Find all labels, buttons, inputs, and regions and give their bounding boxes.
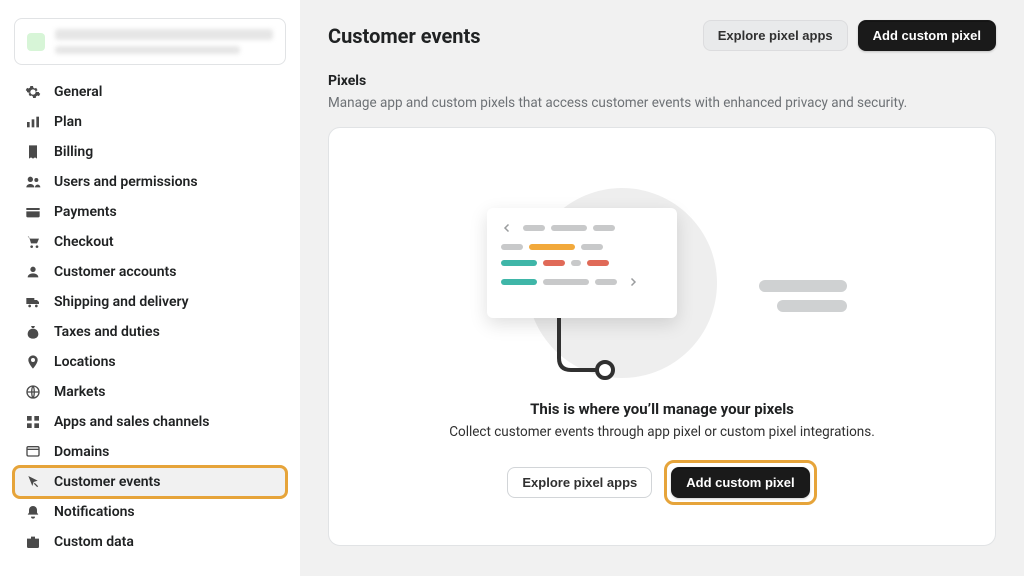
sidebar-item-label: Locations [54,354,116,370]
store-status-dot [27,33,45,51]
sidebar-item-label: Taxes and duties [54,324,160,340]
sidebar-item-users[interactable]: Users and permissions [14,167,286,197]
receipt-icon [24,143,42,161]
empty-state-title: This is where you’ll manage your pixels [530,400,794,418]
pin-icon [24,353,42,371]
grid-icon [24,413,42,431]
code-window-graphic [487,208,677,318]
pixels-card: This is where you’ll manage your pixels … [328,127,996,546]
cursor-icon [24,473,42,491]
sidebar-item-notifications[interactable]: Notifications [14,497,286,527]
sidebar-item-apps[interactable]: Apps and sales channels [14,407,286,437]
add-custom-pixel-button-empty[interactable]: Add custom pixel [671,467,809,498]
sidebar-item-label: Billing [54,144,93,160]
page-title: Customer events [328,24,481,48]
sidebar-item-label: Markets [54,384,106,400]
sidebar-item-custom-data[interactable]: Custom data [14,527,286,557]
sidebar-item-customer-events[interactable]: Customer events [14,467,286,497]
sidebar-item-label: General [54,84,102,100]
page-header: Customer events Explore pixel apps Add c… [328,20,996,51]
sidebar-item-taxes[interactable]: Taxes and duties [14,317,286,347]
sidebar-item-general[interactable]: General [14,77,286,107]
moneybag-icon [24,323,42,341]
sidebar-item-label: Domains [54,444,109,460]
sidebar-item-label: Apps and sales channels [54,414,210,430]
add-custom-pixel-highlight: Add custom pixel [664,460,816,505]
empty-state-illustration [447,188,877,388]
sidebar-item-customer-accounts[interactable]: Customer accounts [14,257,286,287]
chart-icon [24,113,42,131]
store-name-placeholder [55,29,273,54]
section-subtitle: Manage app and custom pixels that access… [328,95,996,111]
settings-nav: General Plan Billing Users and permissions P… [0,77,300,571]
sidebar-item-markets[interactable]: Markets [14,377,286,407]
section-title: Pixels [328,73,996,89]
sidebar-item-label: Notifications [54,504,135,520]
sidebar-item-label: Customer events [54,474,160,490]
sidebar-item-checkout[interactable]: Checkout [14,227,286,257]
store-switcher[interactable] [14,18,286,65]
person-icon [24,263,42,281]
add-custom-pixel-button[interactable]: Add custom pixel [858,20,996,51]
chevron-right-icon [627,276,639,288]
sidebar-item-label: Users and permissions [54,174,198,190]
settings-sidebar: General Plan Billing Users and permissions P… [0,0,300,576]
sidebar-item-label: Plan [54,114,82,130]
sidebar-item-plan[interactable]: Plan [14,107,286,137]
chevron-left-icon [501,222,513,234]
sidebar-item-payments[interactable]: Payments [14,197,286,227]
empty-state-subtitle: Collect customer events through app pixe… [449,424,875,440]
sidebar-item-shipping[interactable]: Shipping and delivery [14,287,286,317]
explore-pixel-apps-button-empty[interactable]: Explore pixel apps [507,467,652,498]
cart-icon [24,233,42,251]
gear-icon [24,83,42,101]
sidebar-item-locations[interactable]: Locations [14,347,286,377]
users-icon [24,173,42,191]
sidebar-item-label: Customer accounts [54,264,176,280]
main-content: Customer events Explore pixel apps Add c… [300,0,1024,576]
sidebar-item-label: Payments [54,204,117,220]
sidebar-item-label: Custom data [54,534,134,550]
header-actions: Explore pixel apps Add custom pixel [703,20,996,51]
sidebar-item-domains[interactable]: Domains [14,437,286,467]
empty-state-actions: Explore pixel apps Add custom pixel [507,460,816,505]
connector-graphic [555,318,615,383]
briefcase-icon [24,533,42,551]
truck-icon [24,293,42,311]
card-icon [24,203,42,221]
domain-icon [24,443,42,461]
sidebar-item-label: Checkout [54,234,114,250]
bell-icon [24,503,42,521]
sidebar-item-billing[interactable]: Billing [14,137,286,167]
explore-pixel-apps-button[interactable]: Explore pixel apps [703,20,848,51]
sidebar-item-label: Shipping and delivery [54,294,189,310]
globe-icon [24,383,42,401]
